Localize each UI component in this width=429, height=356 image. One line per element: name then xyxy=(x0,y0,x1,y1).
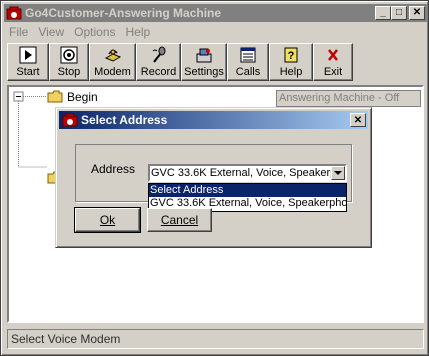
maximize-button[interactable]: □ xyxy=(391,6,407,20)
select-address-dialog: Select Address ✕ Address GVC 33.6K Exter… xyxy=(55,107,372,248)
menu-bar: File View Options Help xyxy=(4,23,155,41)
app-icon xyxy=(62,113,78,127)
status-bar: Select Voice Modem xyxy=(7,329,424,349)
chevron-down-icon[interactable] xyxy=(331,166,345,180)
stop-button[interactable]: Stop xyxy=(49,43,89,81)
modem-icon xyxy=(104,49,121,62)
window-title: Go4Customer-Answering Machine xyxy=(25,6,222,20)
svg-text:?: ? xyxy=(288,50,295,62)
tree-node-begin[interactable]: Begin xyxy=(67,90,98,104)
dialog-title: Select Address xyxy=(81,113,168,127)
exit-icon xyxy=(328,49,338,61)
folder-icon xyxy=(47,90,63,103)
address-select[interactable]: GVC 33.6K External, Voice, Speakerphone xyxy=(148,164,347,182)
dialog-close-button[interactable]: ✕ xyxy=(350,113,366,127)
cancel-button[interactable]: Cancel xyxy=(147,208,212,232)
modem-button[interactable]: Modem xyxy=(89,43,136,81)
settings-button[interactable]: Settings xyxy=(181,43,227,81)
dialog-title-bar[interactable]: Select Address ✕ xyxy=(59,111,368,129)
menu-help[interactable]: Help xyxy=(121,25,156,39)
state-indicator: Answering Machine - Off xyxy=(276,90,421,107)
calls-button[interactable]: Calls xyxy=(227,43,269,81)
start-button[interactable]: Start xyxy=(7,43,49,81)
toolbar: Start Stop Modem Record Settings Calls ?… xyxy=(7,43,353,81)
settings-icon xyxy=(196,48,212,63)
help-icon: ? xyxy=(284,47,298,63)
ok-button[interactable]: Ok xyxy=(74,207,141,233)
stop-icon xyxy=(60,46,78,64)
address-select-value: GVC 33.6K External, Voice, Speakerphone xyxy=(151,167,347,179)
app-icon xyxy=(6,6,22,20)
menu-options[interactable]: Options xyxy=(69,25,120,39)
help-button[interactable]: ? Help xyxy=(269,43,313,81)
menu-file[interactable]: File xyxy=(4,25,33,39)
address-label: Address xyxy=(91,162,136,176)
close-button[interactable]: ✕ xyxy=(409,6,425,20)
minimize-button[interactable]: _ xyxy=(375,6,391,20)
exit-button[interactable]: Exit xyxy=(313,43,353,81)
main-title-bar[interactable]: Go4Customer-Answering Machine _ □ ✕ xyxy=(4,4,427,22)
menu-view[interactable]: View xyxy=(33,25,69,39)
record-icon xyxy=(152,46,165,63)
record-button[interactable]: Record xyxy=(136,43,181,81)
calls-icon xyxy=(240,47,256,63)
address-option[interactable]: Select Address xyxy=(149,184,346,197)
start-icon xyxy=(19,46,37,64)
